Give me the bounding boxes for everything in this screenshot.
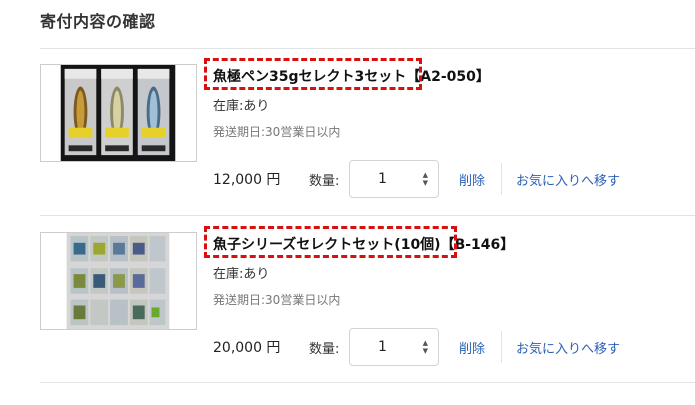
- cart-item: 魚極ペン35gセレクト3セット【A2-050】 在庫:あり 発送期日:30営業日…: [40, 48, 695, 214]
- product-image[interactable]: [40, 232, 197, 330]
- delete-link[interactable]: 削除: [459, 338, 485, 357]
- item-name-wrap: 魚極ペン35gセレクト3セット【A2-050】: [204, 58, 490, 90]
- divider: [501, 163, 503, 195]
- item-info: 魚極ペン35gセレクト3セット【A2-050】 在庫:あり 発送期日:30営業日…: [204, 58, 490, 140]
- product-image[interactable]: [40, 64, 197, 162]
- divider: [501, 331, 503, 363]
- item-name[interactable]: 魚子シリーズセレクトセット(10個)【B-146】: [213, 234, 514, 254]
- delete-link[interactable]: 削除: [459, 170, 485, 189]
- item-price: 20,000 円: [213, 340, 281, 356]
- donation-confirmation-page: 寄付内容の確認 魚極ペン35gセレクト3セット【A2-050】 在庫:あり 発送…: [0, 0, 695, 405]
- select-arrows-icon: ▲ ▼: [422, 171, 428, 187]
- select-arrows-icon: ▲ ▼: [422, 339, 428, 355]
- stock-status: 在庫:あり: [213, 99, 270, 114]
- lure-set-photo: [41, 233, 196, 329]
- page-title: 寄付内容の確認: [40, 12, 156, 31]
- quantity-select[interactable]: 1 ▲ ▼: [349, 328, 439, 366]
- item-price: 12,000 円: [213, 172, 281, 188]
- cart-item: 魚子シリーズセレクトセット(10個)【B-146】 在庫:あり 発送期日:30営…: [40, 216, 695, 382]
- stock-status: 在庫:あり: [213, 267, 270, 282]
- quantity-value: 1: [378, 339, 387, 355]
- quantity-label: 数量:: [309, 341, 340, 357]
- quantity-label: 数量:: [309, 173, 340, 189]
- divider: [40, 382, 695, 383]
- lure-pack-photo: [41, 65, 196, 161]
- move-to-favorites-link[interactable]: お気に入りへ移す: [516, 170, 620, 189]
- item-controls: 20,000 円 数量: 1 ▲ ▼ 削除 お気に入りへ移す: [213, 328, 620, 366]
- move-to-favorites-link[interactable]: お気に入りへ移す: [516, 338, 620, 357]
- item-controls: 12,000 円 数量: 1 ▲ ▼ 削除 お気に入りへ移す: [213, 160, 620, 198]
- quantity-select[interactable]: 1 ▲ ▼: [349, 160, 439, 198]
- item-name[interactable]: 魚極ペン35gセレクト3セット【A2-050】: [213, 66, 490, 86]
- shipping-date: 発送期日:30営業日以内: [213, 293, 341, 307]
- item-name-wrap: 魚子シリーズセレクトセット(10個)【B-146】: [204, 226, 514, 258]
- item-info: 魚子シリーズセレクトセット(10個)【B-146】 在庫:あり 発送期日:30営…: [204, 226, 514, 308]
- shipping-date: 発送期日:30営業日以内: [213, 125, 341, 139]
- quantity-value: 1: [378, 171, 387, 187]
